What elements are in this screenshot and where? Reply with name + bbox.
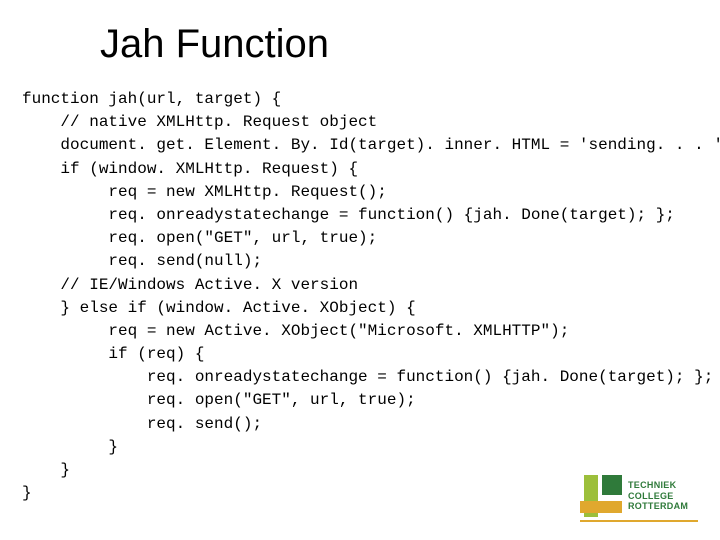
org-logo: TECHNIEK COLLEGE ROTTERDAM	[580, 475, 698, 522]
logo-wrap: TECHNIEK COLLEGE ROTTERDAM	[580, 475, 698, 517]
logo-underline	[580, 520, 698, 522]
code-block: function jah(url, target) { // native XM…	[22, 88, 720, 505]
logo-text: TECHNIEK COLLEGE ROTTERDAM	[628, 480, 688, 511]
slide: Jah Function function jah(url, target) {…	[0, 0, 720, 540]
logo-line3: ROTTERDAM	[628, 501, 688, 511]
logo-line1: TECHNIEK	[628, 480, 688, 490]
logo-line2: COLLEGE	[628, 491, 688, 501]
slide-title: Jah Function	[100, 22, 329, 67]
logo-mark-icon	[580, 475, 622, 517]
